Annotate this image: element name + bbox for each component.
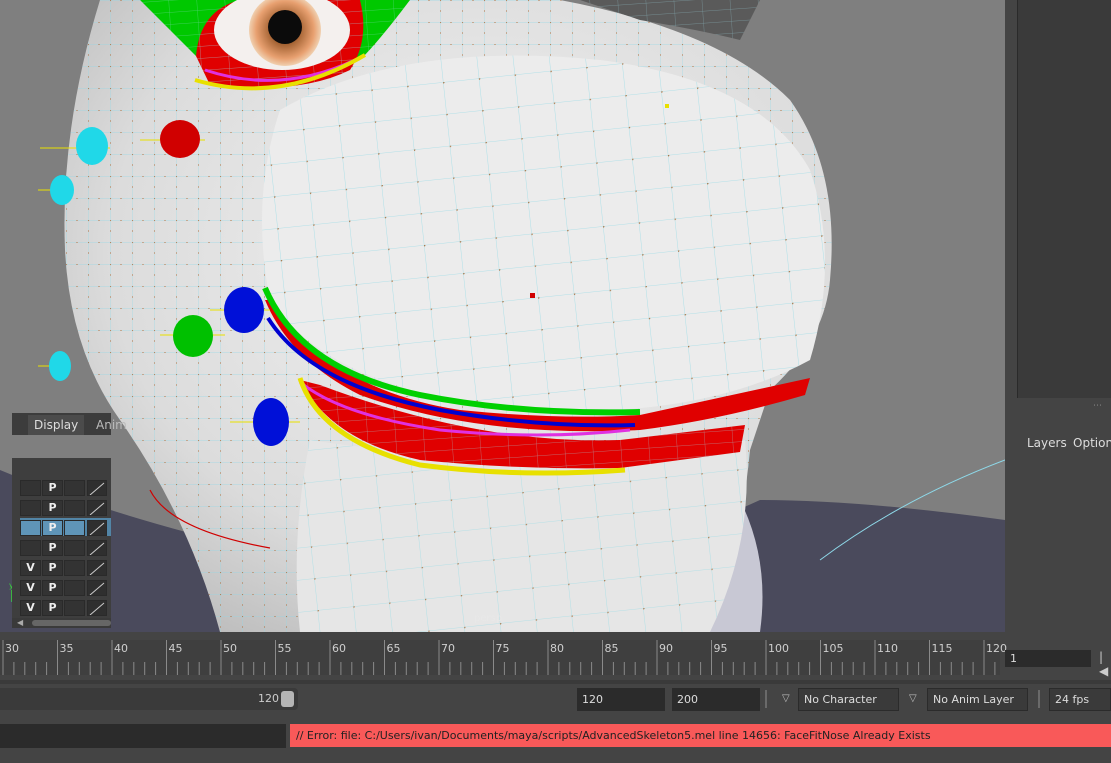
viewport-persp[interactable]: y x persp [0, 0, 1005, 632]
range-end-field[interactable]: 200 [672, 688, 760, 711]
layer-visibility-toggle[interactable]: V [20, 560, 41, 576]
tick-label: 85 [604, 642, 619, 655]
control-cyan-1[interactable] [76, 127, 108, 165]
layer-color-swatch[interactable] [87, 520, 107, 536]
fps-dropdown[interactable]: 24 fps [1049, 688, 1111, 711]
layer-row[interactable]: P [20, 518, 111, 536]
layer-color-swatch[interactable] [87, 580, 107, 596]
tick-label: 110 [877, 642, 898, 655]
control-blue-2[interactable] [253, 398, 289, 446]
menu-options[interactable]: Options [1073, 436, 1111, 450]
tick-label: 115 [931, 642, 953, 655]
layer-color-swatch[interactable] [87, 540, 107, 556]
layer-color-swatch[interactable] [87, 480, 107, 496]
command-result: // Error: file: C:/Users/ivan/Documents/… [290, 724, 1111, 747]
range-end-label: 120 [258, 692, 279, 705]
range-handle[interactable] [281, 691, 294, 707]
tick-label: 80 [550, 642, 564, 655]
tick-label: 30 [5, 642, 19, 655]
scroll-left-icon[interactable]: ◀ [17, 618, 23, 627]
layer-type-toggle[interactable] [64, 520, 85, 536]
layer-row[interactable]: P [20, 498, 111, 516]
layer-type-toggle[interactable] [64, 560, 85, 576]
tick-label: 70 [441, 642, 455, 655]
tick-label: 40 [114, 642, 128, 655]
anim-layer-dropdown[interactable]: No Anim Layer [927, 688, 1028, 711]
layer-playback-toggle[interactable]: P [42, 540, 63, 556]
layer-visibility-toggle[interactable] [20, 480, 41, 496]
layers-scrollbar[interactable]: ◀ [12, 618, 111, 628]
control-cyan-2[interactable] [50, 175, 74, 205]
step-back-icon[interactable]: |◀ [1099, 650, 1111, 678]
layer-playback-toggle[interactable]: P [42, 520, 63, 536]
chevron-down-icon[interactable]: ▽ [782, 693, 790, 704]
tick-label: 45 [168, 642, 183, 655]
layer-row[interactable]: VP [20, 578, 111, 596]
layer-editor-tabs: Display Anim [12, 413, 127, 435]
layer-visibility-toggle[interactable]: V [20, 600, 41, 616]
layer-color-swatch[interactable] [87, 600, 107, 616]
layer-color-swatch[interactable] [87, 500, 107, 516]
layer-type-toggle[interactable] [64, 580, 85, 596]
tick-label: 120 [986, 642, 1007, 655]
camera-label: persp [474, 613, 503, 624]
layer-type-toggle[interactable] [64, 480, 85, 496]
layer-type-toggle[interactable] [64, 500, 85, 516]
eye-pupil [268, 10, 302, 44]
range-slider[interactable] [0, 688, 298, 710]
menu-layers[interactable]: Layers [1027, 436, 1067, 450]
layer-playback-toggle[interactable]: P [42, 580, 63, 596]
layer-visibility-toggle[interactable] [20, 520, 41, 536]
tab-display[interactable]: Display [28, 415, 85, 435]
display-layers-list: PPPPVPVPVP [12, 458, 111, 622]
layer-row[interactable]: P [20, 478, 111, 496]
tab-anim[interactable]: Anim [90, 415, 133, 435]
tick-label: 60 [332, 642, 346, 655]
tick-label: 35 [59, 642, 74, 655]
layer-visibility-toggle[interactable] [20, 500, 41, 516]
range-start-field[interactable]: 120 [577, 688, 665, 711]
layer-playback-toggle[interactable]: P [42, 480, 63, 496]
control-blue-1[interactable] [224, 287, 264, 333]
layer-row[interactable]: VP [20, 598, 111, 616]
layer-type-toggle[interactable] [64, 540, 85, 556]
layer-visibility-toggle[interactable] [20, 540, 41, 556]
layer-playback-toggle[interactable]: P [42, 560, 63, 576]
control-green[interactable] [173, 315, 213, 357]
tick-label: 105 [822, 642, 844, 655]
command-input[interactable] [0, 724, 286, 748]
control-cyan-3[interactable] [49, 351, 71, 381]
tick-label: 50 [223, 642, 237, 655]
tick-label: 95 [713, 642, 728, 655]
layer-playback-toggle[interactable]: P [42, 600, 63, 616]
channel-box-area [1017, 0, 1111, 398]
grip-icon[interactable]: ⋯ [1093, 401, 1102, 411]
layer-playback-toggle[interactable]: P [42, 500, 63, 516]
tick-label: 75 [495, 642, 510, 655]
layer-color-swatch[interactable] [87, 560, 107, 576]
viewport-scene [0, 0, 1005, 632]
current-frame-field[interactable]: 1 [1005, 650, 1091, 667]
character-set-dropdown[interactable]: No Character Set [798, 688, 899, 727]
channel-box-panel [1005, 0, 1111, 632]
tick-label: 90 [659, 642, 673, 655]
layer-type-toggle[interactable] [64, 600, 85, 616]
chevron-down-icon[interactable]: ▽ [909, 693, 917, 704]
tick-label: 55 [277, 642, 292, 655]
layer-row[interactable]: VP [20, 558, 111, 576]
tick-label: 100 [768, 642, 789, 655]
control-red[interactable] [160, 120, 200, 158]
tick-label: 65 [386, 642, 401, 655]
layer-row[interactable]: P [20, 538, 111, 556]
layer-visibility-toggle[interactable]: V [20, 580, 41, 596]
scroll-thumb[interactable] [32, 620, 111, 626]
